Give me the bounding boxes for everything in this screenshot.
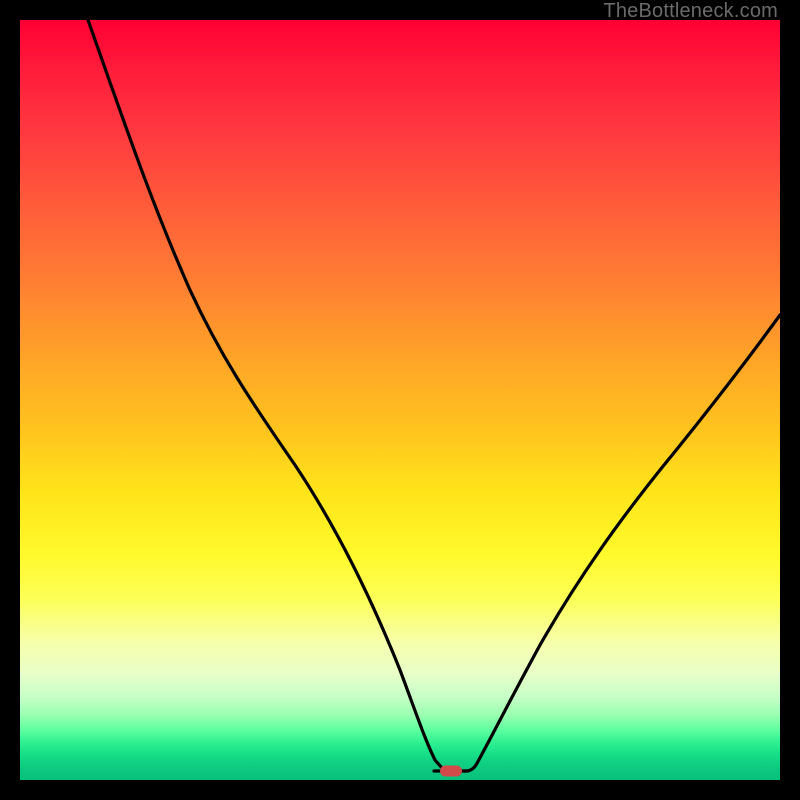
- bottleneck-curve: [20, 20, 780, 780]
- chart-plot-area: [20, 20, 780, 780]
- min-marker: [440, 766, 462, 777]
- curve-path: [88, 20, 780, 771]
- attribution-text: TheBottleneck.com: [603, 0, 778, 23]
- chart-frame: TheBottleneck.com: [0, 0, 800, 800]
